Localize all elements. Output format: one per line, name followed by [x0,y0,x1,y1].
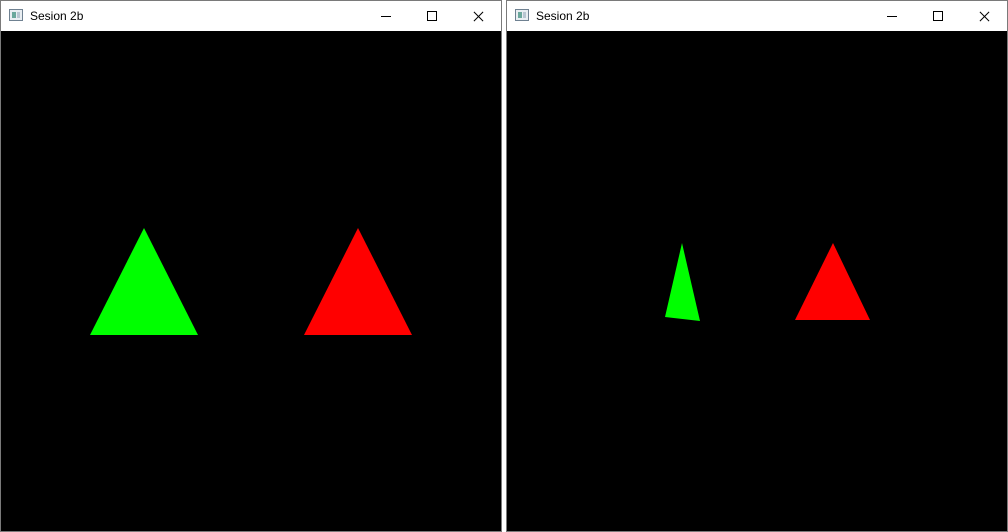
green-triangle [90,228,198,335]
close-icon[interactable] [961,1,1007,31]
title-bar[interactable]: Sesion 2b [1,1,501,31]
app-window-icon [515,9,529,21]
scene-svg [90,228,412,335]
app-window-left[interactable]: Sesion 2b [0,0,502,532]
minimize-icon[interactable] [869,1,915,31]
render-canvas[interactable] [1,31,501,531]
render-canvas[interactable] [507,31,1007,531]
red-triangle [304,228,412,335]
app-window-icon [9,9,23,21]
close-icon[interactable] [455,1,501,31]
window-title: Sesion 2b [30,9,84,23]
minimize-icon[interactable] [363,1,409,31]
maximize-icon[interactable] [409,1,455,31]
green-triangle-rotated [665,243,700,321]
title-bar[interactable]: Sesion 2b [507,1,1007,31]
window-title: Sesion 2b [536,9,590,23]
app-window-right[interactable]: Sesion 2b [506,0,1008,532]
scene-svg [665,243,870,321]
red-triangle-scaled [795,243,870,320]
maximize-icon[interactable] [915,1,961,31]
